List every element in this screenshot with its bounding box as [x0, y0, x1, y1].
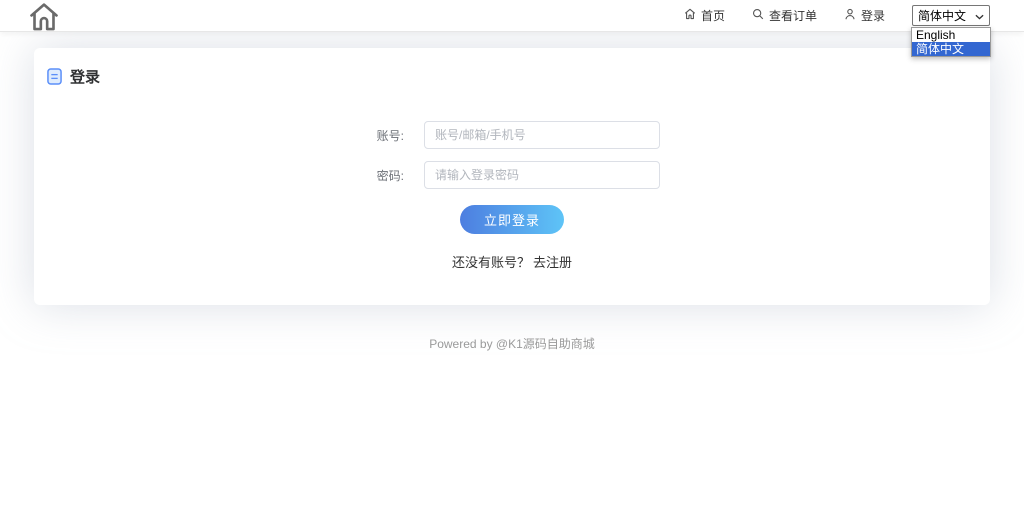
password-row: 密码:: [364, 161, 660, 189]
password-label: 密码:: [376, 168, 404, 183]
language-select-wrap: 简体中文 English 简体中文: [911, 5, 991, 57]
main-content: 登录 账号: 密码: 立即登录 还没有账号？去注册 Powered by @K1…: [34, 48, 990, 352]
language-option-english[interactable]: English: [912, 28, 990, 42]
home-logo-icon: [26, 0, 62, 31]
nav-item-label: 登录: [860, 9, 885, 23]
search-icon: [752, 8, 764, 23]
chevron-down-icon: [975, 9, 984, 23]
language-option-simplified-chinese[interactable]: 简体中文: [912, 42, 990, 56]
nav-item-orders[interactable]: 查看订单: [752, 7, 817, 24]
document-icon: [47, 68, 62, 85]
register-prompt: 还没有账号？: [451, 255, 530, 270]
nav-item-label: 查看订单: [768, 9, 817, 23]
account-label: 账号:: [376, 128, 404, 143]
login-card-header: 登录: [47, 66, 990, 87]
login-card: 登录 账号: 密码: 立即登录 还没有账号？去注册: [34, 48, 990, 305]
register-link[interactable]: 去注册: [533, 255, 572, 270]
page-title: 登录: [70, 69, 101, 86]
site-logo[interactable]: [26, 0, 62, 31]
nav-item-login[interactable]: 登录: [844, 7, 885, 24]
password-input[interactable]: [424, 161, 660, 189]
language-select-value: 简体中文: [918, 9, 967, 23]
topbar: 首页 查看订单 登录 简体中文 English 简体中文: [0, 0, 1024, 57]
nav-item-home[interactable]: 首页: [684, 7, 725, 24]
footer-text: Powered by @K1源码自助商城: [429, 337, 595, 351]
topbar-nav: 首页 查看订单 登录 简体中文 English 简体中文: [684, 5, 991, 57]
nav-item-label: 首页: [700, 9, 725, 23]
account-input[interactable]: [424, 121, 660, 149]
language-dropdown: English 简体中文: [911, 27, 991, 57]
language-select[interactable]: 简体中文: [912, 5, 990, 26]
login-button[interactable]: 立即登录: [460, 205, 564, 234]
login-form: 账号: 密码:: [34, 121, 990, 189]
user-icon: [844, 8, 856, 23]
account-row: 账号:: [364, 121, 660, 149]
home-icon: [684, 8, 696, 23]
register-line: 还没有账号？ 去注册: [34, 252, 990, 271]
